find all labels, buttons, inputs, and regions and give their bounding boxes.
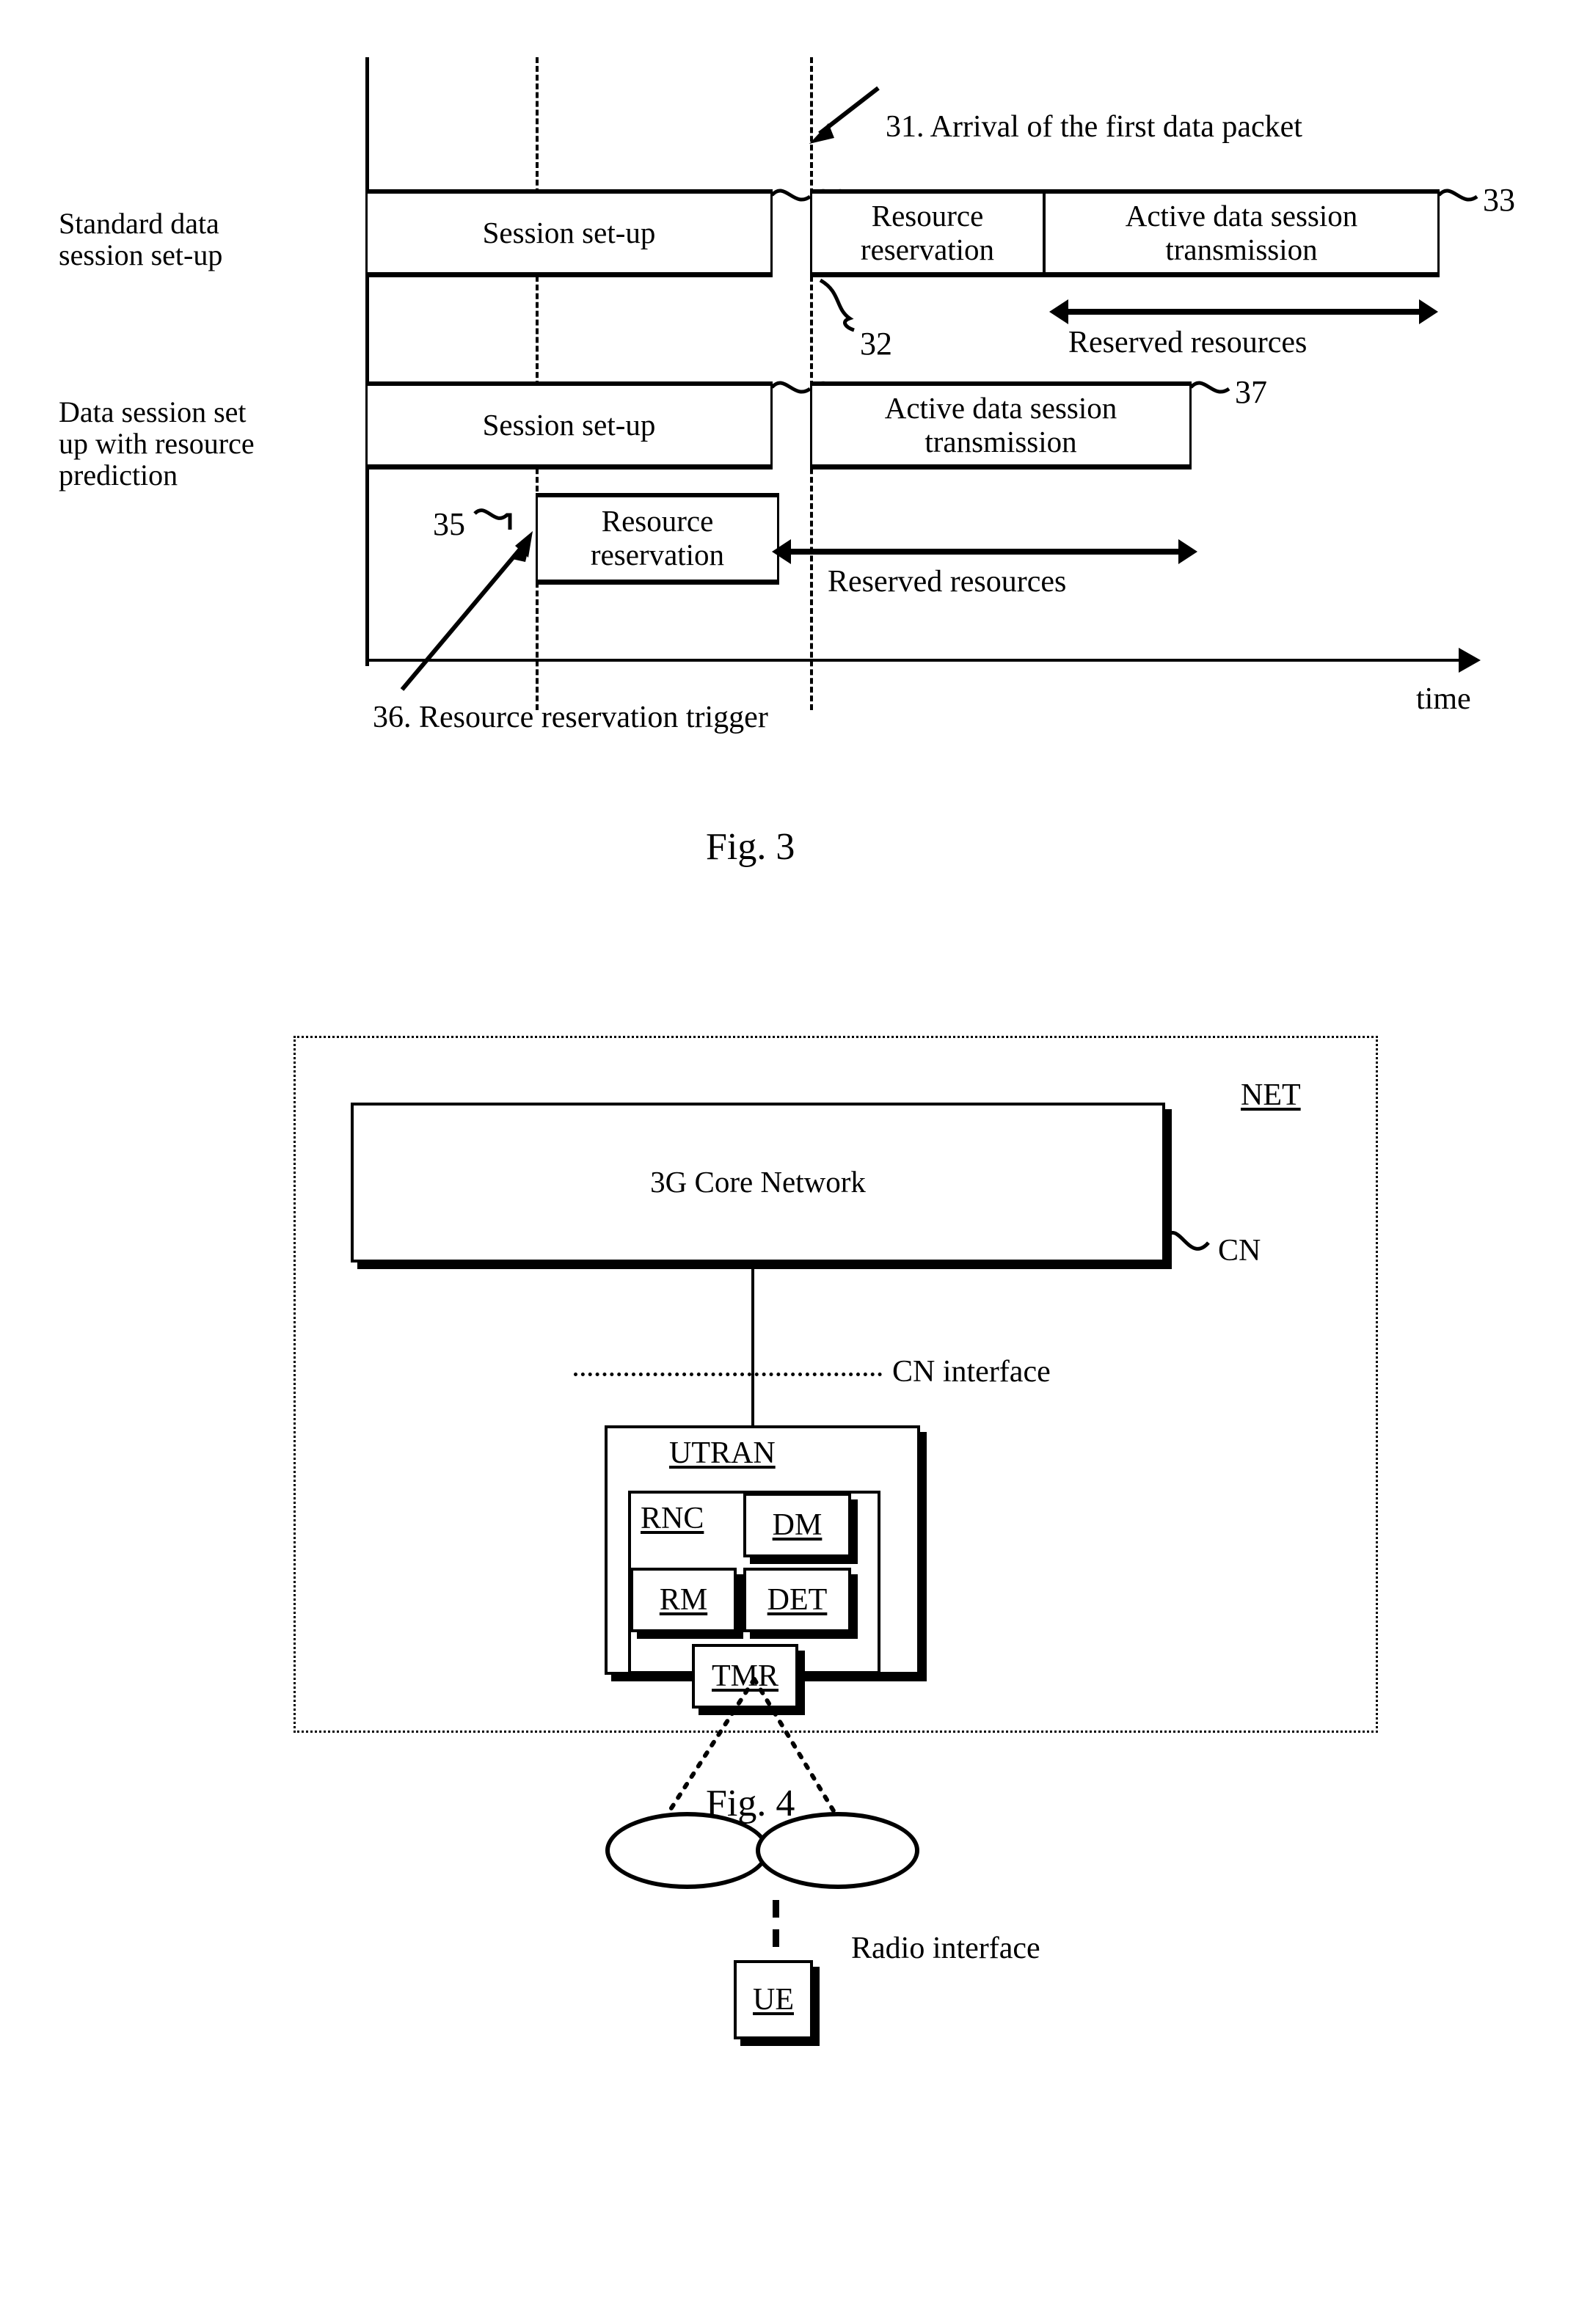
arrow-first-packet: [809, 86, 880, 144]
box-active-transmission-33: Active data session transmission: [1043, 189, 1440, 277]
radio-link-seg-1: [773, 1900, 779, 1918]
core-network-box: 3G Core Network: [351, 1103, 1165, 1263]
figure-4-caption: Fig. 4: [706, 1783, 795, 1824]
time-axis-label: time: [1416, 682, 1471, 716]
figure-3-caption: Fig. 3: [706, 826, 795, 868]
box-resource-reservation-32-label: Resource reservation: [860, 198, 995, 266]
ref-33: 33: [1483, 182, 1515, 218]
module-det: DET: [743, 1568, 851, 1632]
box-active-transmission-37-label: Active data session transmission: [884, 390, 1117, 458]
module-dm: DM: [743, 1493, 851, 1557]
figure-4: NET 3G Core Network CN CN interface UTRA…: [0, 1012, 1590, 2324]
module-dm-label: DM: [772, 1508, 823, 1542]
figure-3: Standard data session set-up Data sessio…: [0, 0, 1590, 902]
rnc-label: RNC: [641, 1502, 704, 1535]
cn-interface-line: [574, 1373, 882, 1376]
core-network-label: 3G Core Network: [650, 1165, 866, 1199]
label-reserved-resources-top: Reserved resources: [1068, 326, 1308, 359]
box-active-transmission-37: Active data session transmission: [810, 381, 1192, 469]
radio-link-seg-2: [773, 1929, 779, 1947]
net-label: NET: [1241, 1078, 1301, 1112]
ref-37: 37: [1235, 374, 1267, 410]
box-session-setup-30: Session set-up: [365, 189, 773, 277]
module-rm-label: RM: [659, 1583, 708, 1617]
radio-interface-label: Radio interface: [851, 1932, 1040, 1965]
box-active-transmission-33-label: Active data session transmission: [1125, 198, 1358, 266]
ue-box: UE: [734, 1960, 813, 2039]
figure3-vertical-axis: [365, 57, 369, 666]
label-reserved-resources-bottom: Reserved resources: [828, 565, 1067, 599]
cn-ref-label: CN: [1218, 1234, 1261, 1268]
row-label-prediction: Data session set up with resource predic…: [59, 395, 255, 492]
time-axis: [365, 659, 1460, 662]
ue-label: UE: [753, 1983, 794, 2017]
cn-interface-label: CN interface: [892, 1355, 1051, 1389]
arrow-reservation-trigger: [400, 531, 533, 691]
box-session-setup-30-label: Session set-up: [482, 215, 656, 249]
module-det-label: DET: [767, 1583, 828, 1617]
box-session-setup-34-label: Session set-up: [482, 407, 656, 442]
box-resource-reservation-35-label: Resource reservation: [590, 504, 725, 571]
annotation-reservation-trigger: 36. Resource reservation trigger: [373, 701, 768, 734]
time-axis-arrowhead: [1459, 648, 1481, 673]
annotation-arrival-first-packet: 31. Arrival of the first data packet: [886, 110, 1302, 144]
row-label-standard: Standard data session set-up: [59, 207, 223, 272]
ref-32: 32: [860, 326, 892, 362]
box-resource-reservation-32: Resource reservation: [810, 189, 1045, 277]
module-rm: RM: [630, 1568, 737, 1632]
box-session-setup-34: Session set-up: [365, 381, 773, 469]
cn-utran-link: [751, 1262, 754, 1429]
utran-label: UTRAN: [669, 1436, 776, 1470]
